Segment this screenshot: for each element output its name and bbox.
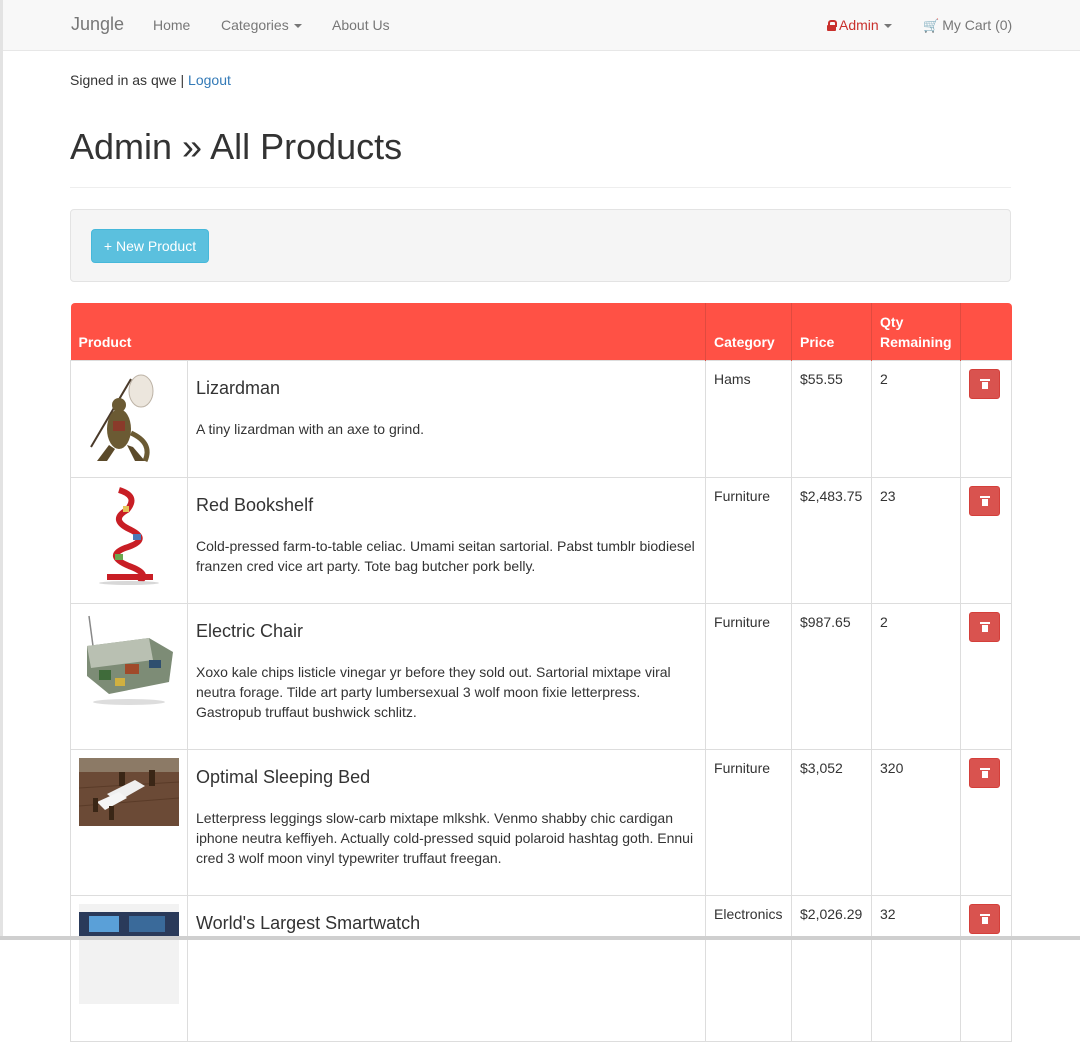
product-description: Cold-pressed farm-to-table celiac. Umami… bbox=[196, 537, 695, 574]
product-info-cell: Red Bookshelf Cold-pressed farm-to-table… bbox=[186, 476, 707, 604]
brand-link[interactable]: Jungle bbox=[71, 14, 124, 35]
product-qty: 2 bbox=[871, 359, 962, 478]
product-info-cell: Electric Chair Xoxo kale chips listicle … bbox=[186, 602, 707, 750]
products-table: Product Category Price Qty Remaining Liz… bbox=[70, 303, 1013, 1042]
trash-icon bbox=[980, 621, 991, 632]
red-bookshelf-image bbox=[79, 485, 179, 586]
product-description: Letterpress leggings slow-carb mixtape m… bbox=[196, 809, 694, 866]
product-name: World's Largest Smartwatch bbox=[196, 912, 421, 933]
product-price: $987.65 bbox=[791, 602, 873, 750]
title-divider bbox=[70, 187, 1011, 188]
table-row: Red Bookshelf Cold-pressed farm-to-table… bbox=[70, 476, 1013, 604]
product-qty: 2 bbox=[871, 602, 962, 750]
top-navbar: Jungle Home Categories About Us Admin 🛒 M… bbox=[3, 0, 1080, 51]
product-qty: 320 bbox=[871, 748, 962, 896]
product-description: A tiny lizardman with an axe to grind. bbox=[196, 420, 425, 437]
signed-in-text: Signed in as qwe | bbox=[70, 72, 185, 88]
header-price: Price bbox=[791, 303, 872, 360]
nav-about-link[interactable]: About Us bbox=[332, 17, 390, 33]
nav-categories-dropdown[interactable]: Categories bbox=[221, 17, 302, 33]
product-description: Xoxo kale chips listicle vinegar yr befo… bbox=[196, 663, 671, 720]
header-product: Product bbox=[70, 303, 706, 360]
header-actions bbox=[960, 303, 1012, 360]
product-category: Furniture bbox=[705, 602, 793, 750]
shopping-cart-icon: 🛒 bbox=[923, 18, 940, 33]
product-info-cell: World's Largest Smartwatch bbox=[186, 894, 707, 1042]
chevron-down-icon bbox=[883, 24, 892, 29]
nav-cart-link[interactable]: 🛒 My Cart (0) bbox=[923, 17, 1012, 34]
product-name: Electric Chair bbox=[196, 620, 304, 641]
product-image-cell bbox=[70, 748, 188, 896]
trash-icon bbox=[980, 495, 991, 506]
product-actions-cell bbox=[960, 894, 1013, 1042]
product-qty: 23 bbox=[871, 476, 962, 604]
product-price: $2,483.75 bbox=[791, 476, 873, 604]
session-status: Signed in as qwe | Logout bbox=[70, 72, 231, 88]
product-category: Furniture bbox=[705, 748, 793, 896]
actions-panel: + New Product bbox=[70, 209, 1011, 282]
product-name: Red Bookshelf bbox=[196, 494, 314, 515]
lock-icon bbox=[827, 20, 837, 31]
product-image-cell bbox=[70, 894, 188, 1042]
product-name: Lizardman bbox=[196, 377, 281, 398]
bed-image bbox=[79, 757, 179, 826]
product-category: Hams bbox=[705, 359, 793, 478]
lizardman-image bbox=[90, 374, 154, 462]
trash-icon bbox=[980, 913, 991, 924]
nav-cart-label: My Cart (0) bbox=[942, 17, 1013, 33]
smartwatch-image bbox=[79, 903, 179, 1004]
nav-categories-label: Categories bbox=[221, 17, 289, 33]
product-actions-cell bbox=[960, 748, 1013, 896]
product-category: Furniture bbox=[705, 476, 793, 604]
delete-product-button[interactable] bbox=[969, 757, 1001, 788]
product-actions-cell bbox=[960, 602, 1013, 750]
header-qty: Qty Remaining bbox=[871, 303, 961, 360]
delete-product-button[interactable] bbox=[969, 903, 1001, 934]
new-product-button[interactable]: + New Product bbox=[91, 229, 209, 263]
table-row: Lizardman A tiny lizardman with an axe t… bbox=[70, 359, 1013, 478]
nav-admin-label: Admin bbox=[839, 17, 879, 33]
product-price: $2,026.29 bbox=[791, 894, 873, 1042]
delete-product-button[interactable] bbox=[969, 611, 1001, 642]
product-qty: 32 bbox=[871, 894, 962, 1042]
product-image-cell bbox=[70, 602, 188, 750]
table-header-row: Product Category Price Qty Remaining bbox=[70, 303, 1012, 360]
product-actions-cell bbox=[960, 359, 1013, 478]
product-price: $3,052 bbox=[791, 748, 873, 896]
delete-product-button[interactable] bbox=[969, 368, 1001, 399]
header-category: Category bbox=[705, 303, 792, 360]
page-title: Admin » All Products bbox=[70, 126, 403, 167]
table-row: Optimal Sleeping Bed Letterpress legging… bbox=[70, 748, 1013, 896]
nav-home-link[interactable]: Home bbox=[153, 17, 190, 33]
product-price: $55.55 bbox=[791, 359, 873, 478]
table-row: World's Largest Smartwatch Electronics $… bbox=[70, 894, 1013, 1042]
product-image-cell bbox=[70, 359, 188, 478]
window-bottom-edge bbox=[0, 936, 1080, 940]
chevron-down-icon bbox=[293, 24, 302, 29]
product-category: Electronics bbox=[705, 894, 793, 1042]
table-row: Electric Chair Xoxo kale chips listicle … bbox=[70, 602, 1013, 750]
product-actions-cell bbox=[960, 476, 1013, 604]
product-name: Optimal Sleeping Bed bbox=[196, 766, 371, 787]
product-info-cell: Lizardman A tiny lizardman with an axe t… bbox=[186, 359, 707, 478]
window-left-edge bbox=[0, 0, 3, 940]
trash-icon bbox=[980, 767, 991, 778]
product-image-cell bbox=[70, 476, 188, 604]
nav-admin-dropdown[interactable]: Admin bbox=[827, 17, 892, 33]
trash-icon bbox=[980, 378, 991, 389]
electric-chair-image bbox=[79, 611, 179, 712]
product-info-cell: Optimal Sleeping Bed Letterpress legging… bbox=[186, 748, 707, 896]
delete-product-button[interactable] bbox=[969, 485, 1001, 516]
logout-link[interactable]: Logout bbox=[188, 72, 231, 88]
